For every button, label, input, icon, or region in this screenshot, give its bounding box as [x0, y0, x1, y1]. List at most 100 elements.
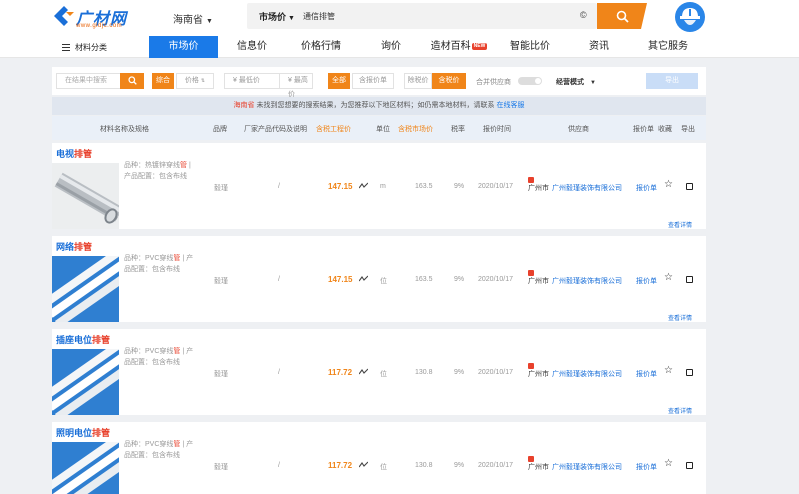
th-brand: 品牌 — [213, 126, 227, 133]
quote-link[interactable]: 报价单 — [636, 276, 657, 286]
export-checkbox[interactable] — [686, 462, 693, 469]
price-trend-icon[interactable] — [359, 275, 368, 283]
product-image[interactable] — [52, 442, 119, 494]
nav-price-trend[interactable]: 价格行情 — [290, 36, 352, 58]
sort-combined-button[interactable]: 综合 — [152, 73, 174, 89]
supplier-city: 广州市 — [528, 371, 549, 378]
th-eng-price[interactable]: 含税工程价 — [316, 124, 351, 134]
region-selector[interactable]: 海南省 ▼ — [173, 11, 213, 26]
market-price: 163.5 — [415, 183, 433, 190]
merge-supplier-toggle[interactable] — [518, 77, 542, 85]
nav-encyclopedia[interactable]: 造材百科 NEW — [428, 36, 490, 58]
favorite-star-icon[interactable]: ☆ — [664, 366, 673, 376]
market-price: 130.8 — [415, 369, 433, 376]
product-title[interactable]: 插座电位排管 — [56, 333, 110, 346]
th-favorite: 收藏 — [658, 126, 672, 133]
view-detail-link[interactable]: 查看详情 — [668, 313, 692, 322]
supplier-name[interactable]: 广州毅瑾装饰有限公司 — [552, 276, 622, 286]
supplier-name[interactable]: 广州毅瑾装饰有限公司 — [552, 462, 622, 472]
quote-link[interactable]: 报价单 — [636, 183, 657, 193]
product-unit: m — [380, 183, 386, 190]
view-detail-link[interactable]: 查看详情 — [668, 406, 692, 415]
tax-included-button[interactable]: 含税价 — [432, 73, 466, 89]
copyright-icon[interactable]: © — [580, 10, 587, 20]
nav-news[interactable]: 资讯 — [582, 36, 616, 58]
business-mode-dropdown[interactable]: 经营模式 ▼ — [556, 77, 596, 87]
quote-date: 2020/10/17 — [478, 462, 514, 469]
spec-variety-keyword: 管 — [180, 162, 187, 169]
product-unit: 位 — [380, 278, 387, 285]
search-button[interactable] — [597, 3, 647, 29]
max-price-input[interactable]: ¥ 最高价 — [280, 73, 313, 98]
product-row: 电视排管 品种：热镀锌穿线管 | 产品配置：包含布线 毅瑾 / 147.15 m… — [52, 143, 706, 229]
price-trend-icon[interactable] — [359, 368, 368, 376]
notice-bar: 海南省 未找到您想要的搜索结果，为您推荐以下地区材料；如仍需本地材料，请联系 在… — [52, 97, 706, 115]
view-detail-link[interactable]: 查看详情 — [668, 220, 692, 229]
site-logo[interactable]: 广材网 www.gldjc.com — [52, 5, 142, 31]
favorite-star-icon[interactable]: ☆ — [664, 459, 673, 469]
product-title[interactable]: 电视排管 — [56, 147, 92, 160]
quote-date: 2020/10/17 — [478, 183, 514, 190]
favorite-star-icon[interactable]: ☆ — [664, 273, 673, 283]
quote-link[interactable]: 报价单 — [636, 369, 657, 379]
favorite-star-icon[interactable]: ☆ — [664, 180, 673, 190]
export-checkbox[interactable] — [686, 369, 693, 376]
nav-encyclopedia-label: 造材百科 — [430, 41, 471, 52]
tax-rate: 9% — [454, 369, 465, 376]
price-trend-icon[interactable] — [359, 182, 368, 190]
product-brand: 毅瑾 — [214, 464, 228, 471]
supplier-name[interactable]: 广州毅瑾装饰有限公司 — [552, 183, 622, 193]
tax-excluded-button[interactable]: 除税价 — [404, 73, 432, 89]
product-row: 网络排管 品种：PVC穿线管 | 产品配置：包含布线 毅瑾 / 147.15 位… — [52, 236, 706, 322]
search-box: 市场价▼ © — [247, 3, 597, 29]
th-unit: 单位 — [376, 126, 390, 133]
nav-other-services[interactable]: 其它服务 — [644, 36, 692, 58]
product-title[interactable]: 照明电位排管 — [56, 426, 110, 439]
spec-variety: 品种：热镀锌穿线 — [124, 162, 180, 169]
spec-variety-keyword: 管 — [173, 348, 181, 355]
search-input[interactable] — [303, 8, 573, 24]
user-avatar[interactable] — [675, 2, 705, 32]
price-trend-icon[interactable] — [359, 461, 368, 469]
export-checkbox[interactable] — [686, 183, 693, 190]
nav-info-price[interactable]: 信息价 — [222, 36, 282, 58]
export-button[interactable]: 导出 — [646, 73, 698, 89]
product-code: / — [278, 183, 280, 190]
th-name: 材料名称及规格 — [100, 126, 149, 133]
user-helmet-icon — [680, 8, 700, 25]
product-image[interactable] — [52, 349, 119, 415]
nav-smart-compare[interactable]: 智能比价 — [505, 36, 555, 58]
product-image[interactable] — [52, 163, 119, 229]
eng-price: 117.72 — [328, 461, 353, 470]
quote-link[interactable]: 报价单 — [636, 462, 657, 472]
supplier-name[interactable]: 广州毅瑾装饰有限公司 — [552, 369, 622, 379]
filter-all-button[interactable]: 全部 — [328, 73, 350, 89]
main-nav: 材料分类 市场价 信息价 价格行情 询价 造材百科 NEW 智能比价 资讯 其它服… — [0, 36, 799, 58]
product-brand: 毅瑾 — [214, 185, 228, 192]
logo-mark-icon — [54, 6, 74, 26]
search-type-dropdown[interactable]: 市场价 ▼ — [259, 10, 295, 23]
product-spec: 品种：PVC穿线管 | 产品配置：包含布线 — [124, 346, 198, 368]
sort-price-button[interactable]: 价格 ⇅ — [176, 73, 214, 89]
product-brand: 毅瑾 — [214, 278, 228, 285]
notice-text: 未找到您想要的搜索结果，为您推荐以下地区材料；如仍需本地材料，请联系 — [256, 102, 495, 109]
spec-variety-keyword: 管 — [173, 441, 181, 448]
product-code: / — [278, 369, 280, 376]
result-search-button[interactable] — [120, 73, 144, 89]
min-price-input[interactable]: ¥ 最低价 — [224, 73, 280, 89]
nav-market-price[interactable]: 市场价 — [149, 36, 218, 58]
tax-rate: 9% — [454, 276, 465, 283]
filter-bar: 在结果中搜索 综合 价格 ⇅ ¥ 最低价 — ¥ 最高价 全部 含报价单 除税价… — [52, 67, 706, 98]
online-service-link[interactable]: 在线客服 — [496, 102, 524, 109]
result-search-input[interactable]: 在结果中搜索 — [56, 73, 126, 89]
nav-inquiry[interactable]: 询价 — [370, 36, 412, 58]
th-market-price[interactable]: 含税市场价 — [398, 124, 433, 134]
material-category-label: 材料分类 — [75, 43, 107, 52]
quote-date: 2020/10/17 — [478, 369, 514, 376]
filter-quoted-button[interactable]: 含报价单 — [352, 73, 394, 89]
product-title[interactable]: 网络排管 — [56, 240, 92, 253]
logo-url: www.gldjc.com — [76, 23, 123, 29]
product-image[interactable] — [52, 256, 119, 322]
export-checkbox[interactable] — [686, 276, 693, 283]
material-category-menu[interactable]: 材料分类 — [62, 42, 107, 53]
